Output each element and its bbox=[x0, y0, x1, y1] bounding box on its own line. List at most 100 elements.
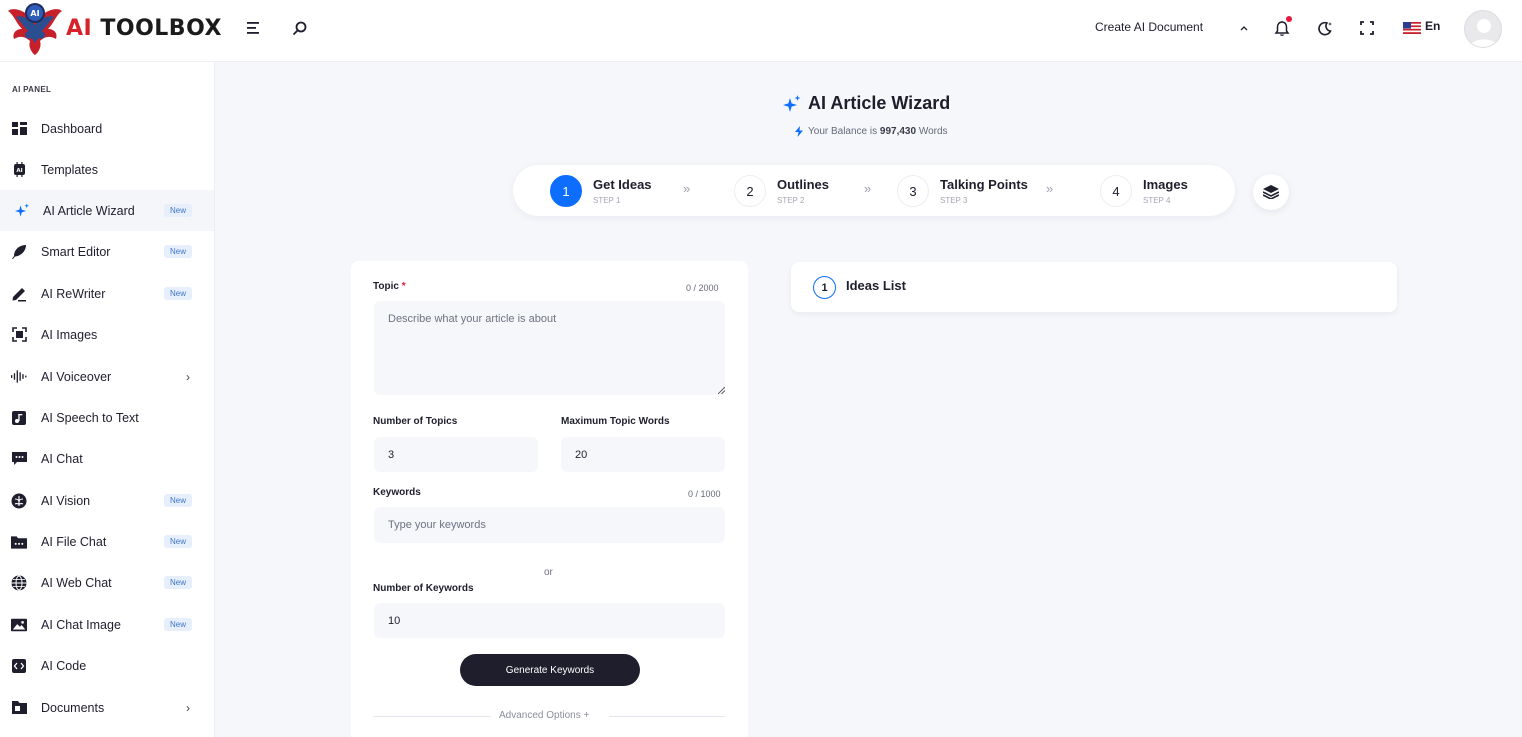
us-flag-icon[interactable] bbox=[1403, 18, 1421, 38]
sidebar-item-ai-code[interactable]: AI Code bbox=[0, 645, 214, 686]
wizard-steps: 1 Get Ideas STEP 1 » 2 Outlines STEP 2 »… bbox=[513, 165, 1235, 216]
new-badge: New bbox=[164, 245, 193, 258]
top-header: AI AI TOOLBOX Create AI Document En bbox=[0, 0, 1522, 62]
step-arrow-icon: » bbox=[683, 181, 691, 196]
globe-icon bbox=[11, 575, 27, 591]
sparkle-icon bbox=[783, 94, 801, 112]
balance-value: 997,430 bbox=[879, 126, 917, 137]
step-3-title[interactable]: Talking Points bbox=[940, 177, 1028, 192]
user-avatar[interactable] bbox=[1464, 10, 1502, 48]
waveform-icon bbox=[11, 369, 27, 385]
sparkle-icon bbox=[14, 203, 30, 219]
sidebar-item-ai-rewriter[interactable]: AI ReWriter New bbox=[0, 273, 214, 314]
advanced-options-toggle[interactable]: Advanced Options + bbox=[499, 710, 589, 721]
folder-icon bbox=[11, 700, 27, 716]
required-asterisk: * bbox=[401, 281, 406, 292]
sidebar: AI PANEL Dashboard AI Templates AI Artic… bbox=[0, 62, 215, 737]
language-label[interactable]: En bbox=[1425, 19, 1440, 33]
step-3-number[interactable]: 3 bbox=[897, 175, 929, 207]
chevron-right-icon: › bbox=[186, 369, 190, 384]
logo-toolbox-text: TOOLBOX bbox=[92, 15, 222, 41]
step-1-title[interactable]: Get Ideas bbox=[593, 177, 652, 192]
step-2-title[interactable]: Outlines bbox=[777, 177, 829, 192]
menu-toggle-icon[interactable] bbox=[244, 18, 264, 38]
search-icon[interactable] bbox=[290, 18, 310, 38]
maximum-topic-words-input[interactable]: 20 bbox=[561, 437, 725, 472]
sidebar-item-label: Smart Editor bbox=[41, 244, 111, 259]
keywords-input[interactable]: Type your keywords bbox=[374, 507, 725, 543]
sidebar-item-ai-images[interactable]: AI Images bbox=[0, 314, 214, 355]
number-of-keywords-input[interactable]: 10 bbox=[374, 603, 725, 638]
phoenix-logo-icon: AI bbox=[6, 1, 64, 55]
page-title: AI Article Wizard bbox=[782, 93, 950, 114]
new-badge: New bbox=[164, 494, 193, 507]
new-badge: New bbox=[164, 287, 193, 300]
logo-ai-text: AI bbox=[66, 15, 93, 41]
feather-icon bbox=[11, 244, 27, 260]
step-arrow-icon: » bbox=[864, 181, 872, 196]
topic-form-card: Topic * 0 / 2000 Describe what your arti… bbox=[351, 261, 748, 737]
sidebar-item-label: AI Chat bbox=[41, 451, 83, 466]
image-scan-icon bbox=[11, 327, 27, 343]
code-icon bbox=[11, 658, 27, 674]
sidebar-item-ai-voiceover[interactable]: AI Voiceover › bbox=[0, 356, 214, 397]
topic-textarea[interactable]: Describe what your article is about bbox=[374, 301, 725, 395]
sidebar-item-label: Documents bbox=[41, 700, 105, 715]
topic-label-text: Topic bbox=[373, 281, 399, 292]
sidebar-item-documents[interactable]: Documents › bbox=[0, 687, 214, 728]
sidebar-item-label: AI Voiceover bbox=[41, 369, 112, 384]
new-badge: New bbox=[164, 535, 193, 548]
sidebar-item-templates[interactable]: AI Templates bbox=[0, 149, 214, 190]
fullscreen-icon[interactable] bbox=[1357, 18, 1377, 38]
or-divider-text: or bbox=[544, 567, 553, 578]
dashboard-icon bbox=[11, 121, 27, 137]
step-4-title[interactable]: Images bbox=[1143, 177, 1188, 192]
topic-char-count: 0 / 2000 bbox=[686, 283, 719, 293]
sidebar-item-ai-file-chat[interactable]: AI File Chat New bbox=[0, 521, 214, 562]
number-of-topics-input[interactable]: 3 bbox=[374, 437, 538, 472]
step-3-sub: STEP 3 bbox=[940, 196, 968, 205]
chevron-up-icon[interactable] bbox=[1234, 18, 1254, 38]
sidebar-item-smart-editor[interactable]: Smart Editor New bbox=[0, 231, 214, 272]
create-ai-document-button[interactable]: Create AI Document bbox=[1095, 20, 1203, 34]
ideas-list-number: 1 bbox=[813, 276, 836, 299]
step-1-number[interactable]: 1 bbox=[550, 175, 582, 207]
picture-icon bbox=[11, 617, 27, 633]
resize-handle-icon[interactable] bbox=[718, 387, 725, 394]
sidebar-item-label: AI Web Chat bbox=[41, 575, 112, 590]
sidebar-item-label: AI ReWriter bbox=[41, 286, 106, 301]
maximum-topic-words-label: Maximum Topic Words bbox=[561, 416, 670, 427]
sidebar-item-ai-article-wizard[interactable]: AI Article Wizard New bbox=[0, 190, 214, 231]
ai-chip-icon: AI bbox=[11, 162, 27, 178]
pen-icon bbox=[11, 286, 27, 302]
layers-button[interactable] bbox=[1253, 174, 1289, 210]
sidebar-item-label: Templates bbox=[41, 162, 98, 177]
sidebar-item-label: AI File Chat bbox=[41, 534, 107, 549]
step-4-sub: STEP 4 bbox=[1143, 196, 1171, 205]
sidebar-item-ai-chat[interactable]: AI Chat bbox=[0, 438, 214, 479]
notification-bell-icon[interactable] bbox=[1272, 16, 1292, 38]
sidebar-item-ai-speech-to-text[interactable]: AI Speech to Text bbox=[0, 397, 214, 438]
topic-label: Topic * bbox=[373, 281, 406, 292]
sidebar-item-ai-vision[interactable]: AI Vision New bbox=[0, 480, 214, 521]
sidebar-item-label: AI Images bbox=[41, 327, 98, 342]
number-of-keywords-label: Number of Keywords bbox=[373, 583, 474, 594]
keywords-char-count: 0 / 1000 bbox=[688, 489, 721, 499]
generate-keywords-button[interactable]: Generate Keywords bbox=[460, 654, 640, 686]
svg-text:AI: AI bbox=[30, 9, 39, 18]
chevron-right-icon: › bbox=[186, 700, 190, 715]
new-badge: New bbox=[164, 618, 193, 631]
sidebar-item-ai-web-chat[interactable]: AI Web Chat New bbox=[0, 562, 214, 603]
logo[interactable]: AI AI TOOLBOX bbox=[6, 0, 221, 56]
sidebar-item-label: Dashboard bbox=[41, 121, 103, 136]
dark-mode-moon-icon[interactable] bbox=[1315, 18, 1335, 38]
sidebar-item-dashboard[interactable]: Dashboard bbox=[0, 108, 214, 149]
step-2-number[interactable]: 2 bbox=[734, 175, 766, 207]
folder-chat-icon bbox=[11, 534, 27, 550]
new-badge: New bbox=[164, 204, 193, 217]
sidebar-item-label: AI Code bbox=[41, 658, 87, 673]
step-4-number[interactable]: 4 bbox=[1100, 175, 1132, 207]
svg-text:AI: AI bbox=[16, 168, 22, 174]
sidebar-item-ai-chat-image[interactable]: AI Chat Image New bbox=[0, 604, 214, 645]
ideas-list-card: 1 Ideas List bbox=[791, 262, 1397, 312]
